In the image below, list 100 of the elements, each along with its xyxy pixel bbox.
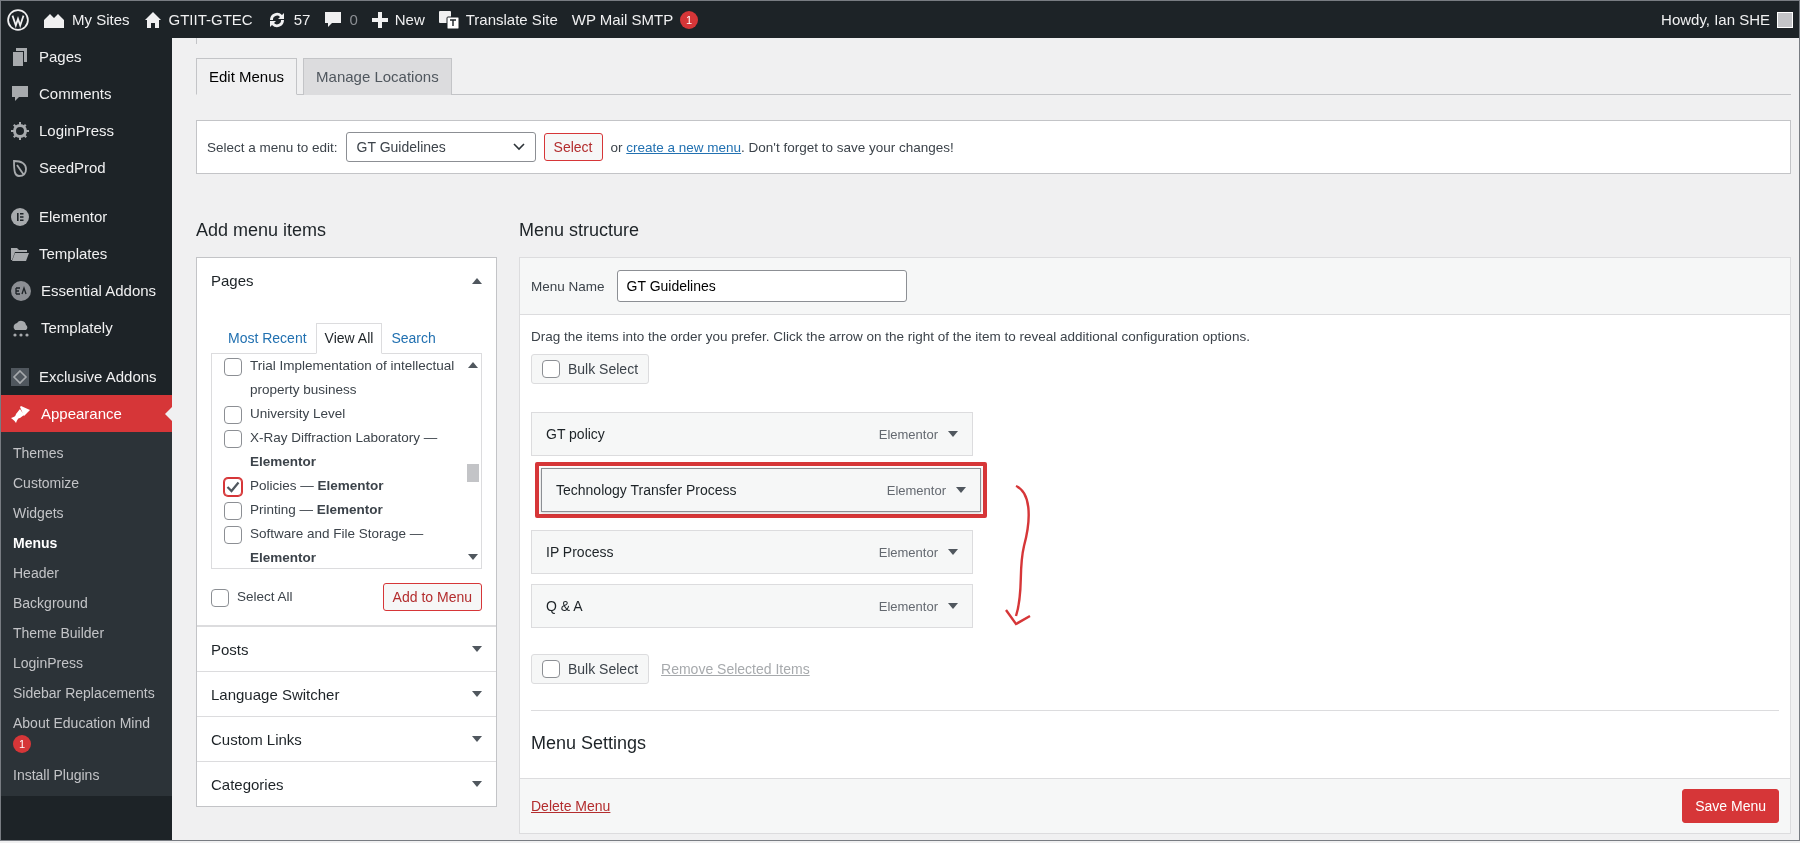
accordion-header[interactable]: Posts [197, 626, 496, 671]
submenu-item[interactable]: Widgets [1, 498, 172, 528]
admin-bar-item[interactable]: Translate Site [438, 10, 558, 29]
caret-down-icon [948, 549, 958, 555]
instructions-text: Drag the items into the order you prefer. Click the arrow on the right of the item to reveal additional configuration options. [531, 329, 1251, 344]
sidebar-menu-item[interactable]: Pages [1, 38, 172, 75]
ea-icon [11, 280, 31, 301]
user-account-menu[interactable]: Howdy, Ian SHE [1661, 11, 1793, 28]
leaf-icon [11, 158, 29, 177]
save-menu-button[interactable]: Save Menu [1682, 789, 1779, 823]
submenu-item[interactable]: Sidebar Replacements [1, 678, 172, 708]
caret-down-icon [956, 487, 966, 493]
sidebar-menu-item[interactable]: Essential Addons [1, 272, 172, 309]
tab[interactable]: Edit Menus [196, 58, 298, 95]
tab[interactable]: Search [382, 323, 445, 353]
pages-icon [11, 47, 29, 66]
checkbox[interactable] [224, 430, 242, 448]
checkbox[interactable] [542, 360, 560, 378]
admin-bar-item[interactable]: GTIIT-GTEC [143, 10, 253, 29]
checkbox[interactable] [224, 526, 242, 544]
chevron-down-icon [512, 143, 525, 151]
submenu-item[interactable]: About Education Mind 1 [1, 708, 172, 760]
tab[interactable]: Most Recent [219, 323, 316, 353]
accordion-header[interactable]: Categories [197, 761, 496, 806]
plus-icon [371, 11, 388, 28]
sidebar-menu-item[interactable]: Exclusive Addons [1, 358, 172, 395]
caret-down-icon [468, 554, 478, 560]
submenu-item[interactable]: Customize [1, 468, 172, 498]
menu-item-bar[interactable]: Technology Transfer Process Elementor [541, 468, 981, 512]
submenu-item[interactable]: Themes [1, 438, 172, 468]
create-menu-link[interactable]: create a new menu [626, 139, 742, 155]
gear-icon [11, 121, 29, 140]
sidebar-menu-item[interactable]: LoginPress [1, 112, 172, 149]
submenu-item[interactable]: Background [1, 588, 172, 618]
accordion-header[interactable]: Language Switcher [197, 671, 496, 716]
sidebar-menu-item[interactable]: Elementor [1, 198, 172, 235]
settings-heading: Menu Settings [531, 733, 648, 754]
menu-item-bar[interactable]: IP Process Elementor [531, 530, 973, 574]
avatar-placeholder [1777, 11, 1793, 28]
checkbox[interactable] [224, 406, 242, 424]
bulk-select-control[interactable]: Bulk Select [531, 654, 650, 684]
checkmark-icon [226, 481, 240, 493]
select-all-label: Select All [237, 588, 293, 606]
checkbox[interactable] [224, 478, 242, 496]
checkbox[interactable] [224, 502, 242, 520]
page-title: Printing — Elementor [250, 501, 384, 519]
checkbox[interactable] [542, 660, 560, 678]
caret-down-icon [472, 646, 482, 652]
admin-bar-item[interactable]: WP Mail SMTP 1 [571, 10, 699, 29]
admin-bar-item[interactable]: My Sites [43, 10, 130, 29]
translate-icon [438, 10, 459, 29]
bulk-select-control[interactable]: Bulk Select [531, 354, 650, 384]
add-to-menu-button[interactable]: Add to Menu [382, 583, 482, 611]
submenu-item[interactable]: Header [1, 558, 172, 588]
accordion-header[interactable]: Custom Links [197, 716, 496, 761]
checkbox[interactable] [211, 589, 229, 607]
tab[interactable]: View All [315, 323, 383, 354]
save-reminder-text: or create a new menu. Don't forget to save your changes! [610, 139, 954, 155]
caret-up-icon [468, 362, 478, 368]
sidebar-menu-item[interactable]: Appearance [1, 395, 172, 432]
tab[interactable]: Manage Locations [303, 58, 452, 95]
submenu-item[interactable]: Menus [1, 528, 172, 558]
menu-name-field[interactable]: GT Guidelines [616, 270, 907, 302]
select-label: Select a menu to edit: [207, 139, 338, 155]
sidebar-menu-item[interactable]: Templately [1, 309, 172, 346]
select-button[interactable]: Select [543, 133, 603, 161]
delete-menu-link[interactable]: Delete Menu [531, 798, 611, 814]
folder-icon [11, 245, 29, 262]
page-title: Software and File Storage — Elementor [250, 525, 425, 567]
page-title: Policies — Elementor [250, 477, 385, 495]
home-icon [143, 10, 162, 29]
page-title: X-Ray Diffraction Laboratory — Elementor [250, 429, 439, 471]
checkbox[interactable] [224, 358, 242, 376]
caret-down-icon [472, 736, 482, 742]
sidebar-menu-item[interactable]: Templates [1, 235, 172, 272]
wordpress-menu[interactable] [7, 8, 29, 31]
paintbrush-icon [11, 404, 31, 423]
sidebar-menu-item[interactable]: Comments [1, 75, 172, 112]
submenu-item[interactable]: Theme Builder [1, 618, 172, 648]
speech-bubble-icon [324, 10, 343, 29]
menu-item-bar[interactable]: Q & A Elementor [531, 584, 973, 628]
page-title: University Level [250, 405, 347, 423]
accordion-header[interactable]: Pages [197, 258, 496, 303]
submenu-item[interactable]: LoginPress [1, 648, 172, 678]
notification-badge: 1 [13, 735, 31, 753]
menu-name-label: Menu Name [531, 278, 605, 294]
menu-dropdown[interactable]: GT Guidelines [345, 132, 536, 162]
page-title: Trial Implementation of intellectual property business [250, 357, 456, 399]
scrollbar-thumb[interactable] [467, 464, 479, 482]
elementor-icon [11, 207, 29, 226]
caret-down-icon [472, 691, 482, 697]
caret-down-icon [948, 431, 958, 437]
notification-badge: 1 [680, 10, 699, 29]
admin-bar-item[interactable]: 0 [324, 10, 358, 29]
menu-item-bar[interactable]: GT policy Elementor [531, 412, 973, 456]
sidebar-menu-item[interactable]: SeedProd [1, 149, 172, 186]
speech-bubble-icon [11, 84, 29, 103]
admin-bar-item[interactable]: New [371, 11, 425, 28]
submenu-item[interactable]: Install Plugins [1, 760, 172, 790]
admin-bar-item[interactable]: 57 [266, 10, 311, 29]
